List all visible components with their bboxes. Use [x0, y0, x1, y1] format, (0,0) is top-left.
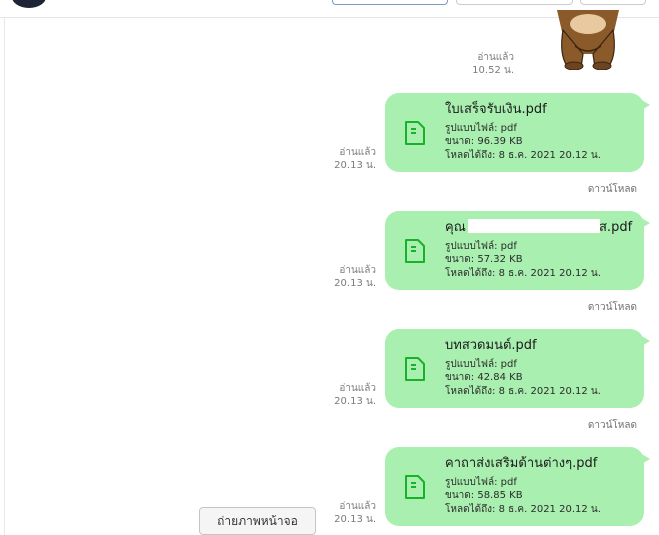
read-time: 20.13 น.	[334, 160, 376, 171]
read-time: 20.13 น.	[334, 278, 376, 289]
file-icon	[405, 121, 425, 145]
download-link[interactable]: ดาวน์โหลด	[557, 418, 637, 433]
read-receipt: อ่านแล้ว 20.13 น.	[316, 264, 376, 290]
file-expiry: โหลดได้ถึง: 8 ธ.ค. 2021 20.12 น.	[445, 386, 601, 397]
download-link[interactable]: ดาวน์โหลด	[557, 300, 637, 315]
file-size: ขนาด: 42.84 KB	[445, 372, 523, 383]
file-expiry: โหลดได้ถึง: 8 ธ.ค. 2021 20.12 น.	[445, 150, 601, 161]
file-size: ขนาด: 57.32 KB	[445, 254, 523, 265]
file-icon	[405, 475, 425, 499]
read-label: อ่านแล้ว	[339, 265, 376, 276]
file-size: ขนาด: 96.39 KB	[445, 136, 523, 147]
file-type: รูปแบบไฟล์: pdf	[445, 359, 517, 370]
file-type: รูปแบบไฟล์: pdf	[445, 477, 517, 488]
screenshot-button[interactable]: ถ่ายภาพหน้าจอ	[199, 507, 316, 535]
bear-sticker-icon	[557, 10, 619, 70]
avatar[interactable]	[12, 0, 46, 8]
file-type: รูปแบบไฟล์: pdf	[445, 123, 517, 134]
read-receipt: อ่านแล้ว 20.13 น.	[316, 382, 376, 408]
file-type: รูปแบบไฟล์: pdf	[445, 241, 517, 252]
download-link[interactable]: ดาวน์โหลด	[557, 182, 637, 197]
read-time: 20.13 น.	[334, 514, 376, 525]
file-name: ใบเสร็จรับเงิน.pdf	[445, 102, 547, 117]
file-message-bubble[interactable]: คาถาส่งเสริมด้านต่างๆ.pdf รูปแบบไฟล์: pd…	[385, 447, 650, 526]
read-label: อ่านแล้ว	[339, 501, 376, 512]
file-name: บทสวดมนต์.pdf	[445, 338, 537, 353]
file-name: คาถาส่งเสริมด้านต่างๆ.pdf	[445, 456, 598, 471]
header-button-1[interactable]	[332, 0, 448, 5]
header-button-2[interactable]	[456, 0, 573, 5]
file-size: ขนาด: 58.85 KB	[445, 490, 523, 501]
redaction-box	[468, 219, 600, 233]
file-message-bubble[interactable]: บทสวดมนต์.pdf รูปแบบไฟล์: pdf ขนาด: 42.8…	[385, 329, 650, 408]
read-label: อ่านแล้ว	[339, 147, 376, 158]
read-label: อ่านแล้ว	[339, 383, 376, 394]
header-button-3[interactable]	[580, 0, 646, 5]
file-icon	[405, 357, 425, 381]
file-expiry: โหลดได้ถึง: 8 ธ.ค. 2021 20.12 น.	[445, 504, 601, 515]
file-message-bubble[interactable]: ใบเสร็จรับเงิน.pdf รูปแบบไฟล์: pdf ขนาด:…	[385, 93, 650, 172]
read-time: 10.52 น.	[472, 65, 514, 76]
file-expiry: โหลดได้ถึง: 8 ธ.ค. 2021 20.12 น.	[445, 268, 601, 279]
file-name-tail: ส.pdf	[599, 220, 633, 235]
file-name: คุณ	[445, 220, 466, 235]
file-icon	[405, 239, 425, 263]
read-receipt: อ่านแล้ว 10.52 น.	[454, 51, 514, 77]
read-label: อ่านแล้ว	[477, 52, 514, 63]
read-time: 20.13 น.	[334, 396, 376, 407]
read-receipt: อ่านแล้ว 20.13 น.	[316, 500, 376, 526]
read-receipt: อ่านแล้ว 20.13 น.	[316, 146, 376, 172]
